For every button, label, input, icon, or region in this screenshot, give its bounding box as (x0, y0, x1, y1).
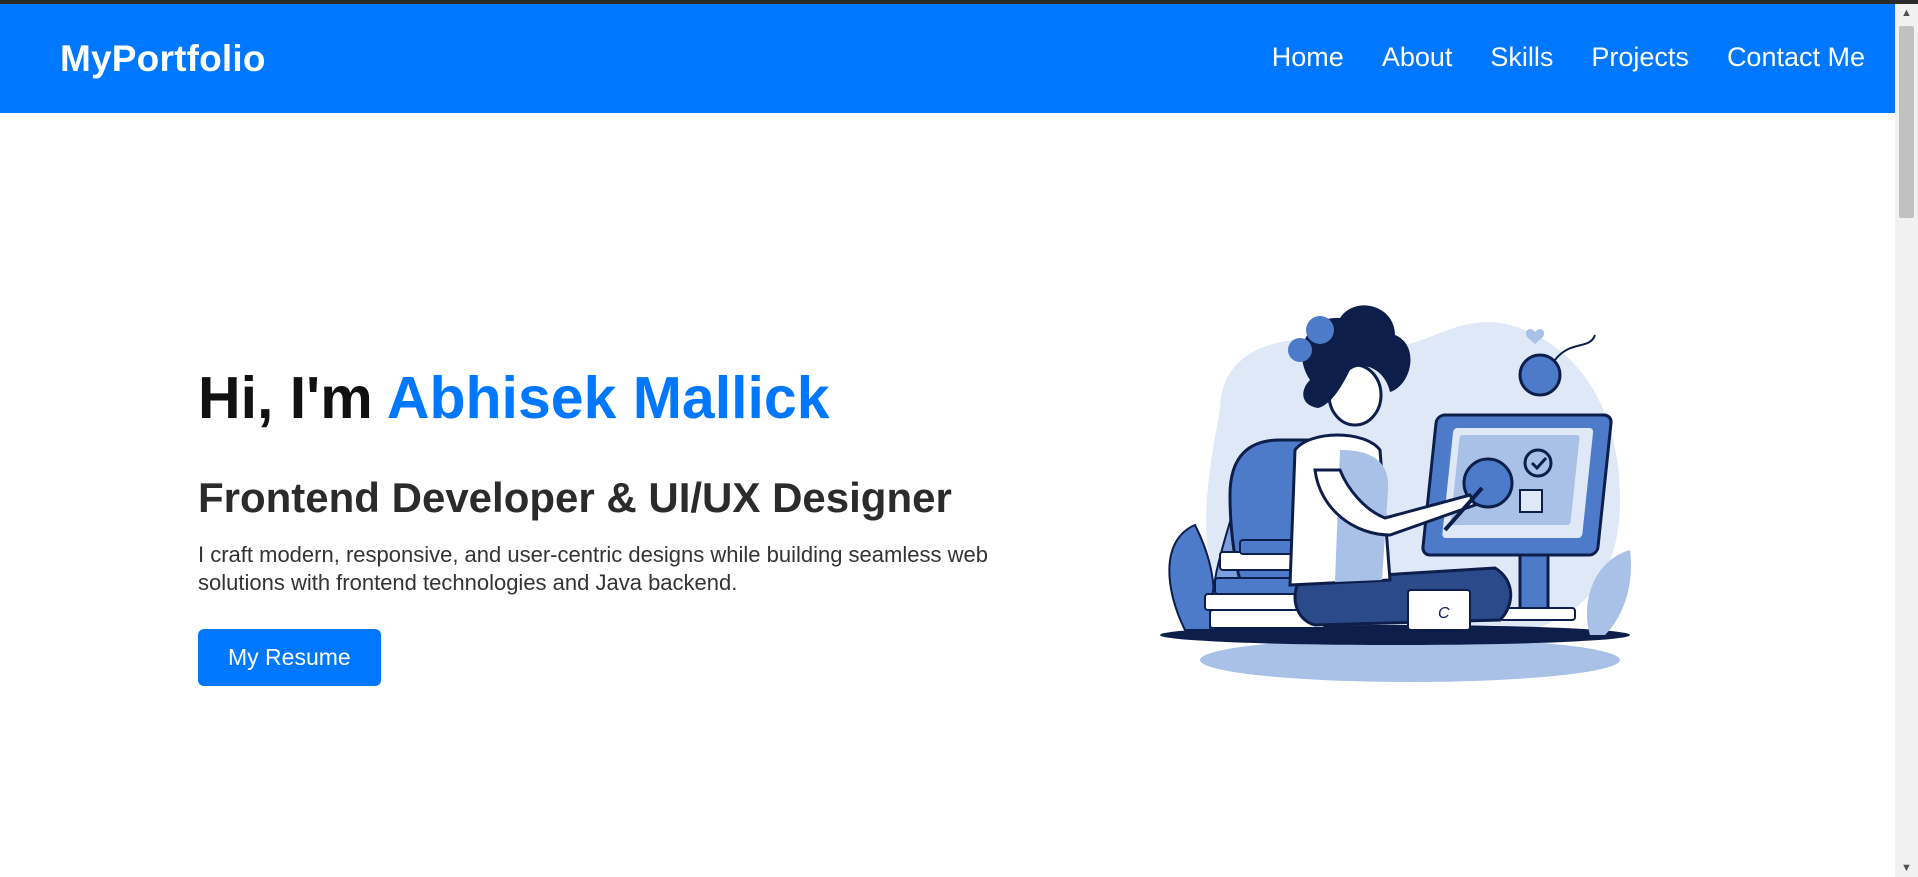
nav-link-skills[interactable]: Skills (1490, 42, 1553, 73)
page-scrollbar[interactable]: ▲ ▼ (1895, 4, 1918, 877)
floating-orb (1518, 353, 1562, 397)
resume-button[interactable]: My Resume (198, 629, 381, 687)
nav-link-about[interactable]: About (1382, 42, 1453, 73)
hero-name: Abhisek Mallick (386, 365, 830, 431)
greeting-prefix: Hi, I'm (198, 365, 387, 431)
scroll-up-arrow-icon[interactable]: ▲ (1895, 4, 1918, 22)
nav-link-home[interactable]: Home (1272, 42, 1344, 73)
scrollbar-thumb[interactable] (1899, 26, 1914, 218)
brand-logo[interactable]: MyPortfolio (60, 38, 266, 80)
hero-description: I craft modern, responsive, and user-cen… (198, 542, 988, 596)
box-label: C (1438, 605, 1450, 622)
hero-section: Hi, I'm Abhisek Mallick Frontend Develop… (198, 365, 1098, 687)
scroll-down-arrow-icon[interactable]: ▼ (1895, 859, 1918, 877)
hero-greeting: Hi, I'm Abhisek Mallick (198, 365, 1098, 433)
monitor-stand (1518, 553, 1550, 612)
nav-links: Home About Skills Projects Contact Me (1272, 42, 1865, 73)
hero-role: Frontend Developer & UI/UX Designer (198, 473, 952, 521)
navbar: MyPortfolio Home About Skills Projects C… (0, 4, 1895, 113)
nav-link-projects[interactable]: Projects (1591, 42, 1689, 73)
hero-illustration: C (1160, 305, 1631, 682)
nav-link-contact[interactable]: Contact Me (1727, 42, 1865, 73)
